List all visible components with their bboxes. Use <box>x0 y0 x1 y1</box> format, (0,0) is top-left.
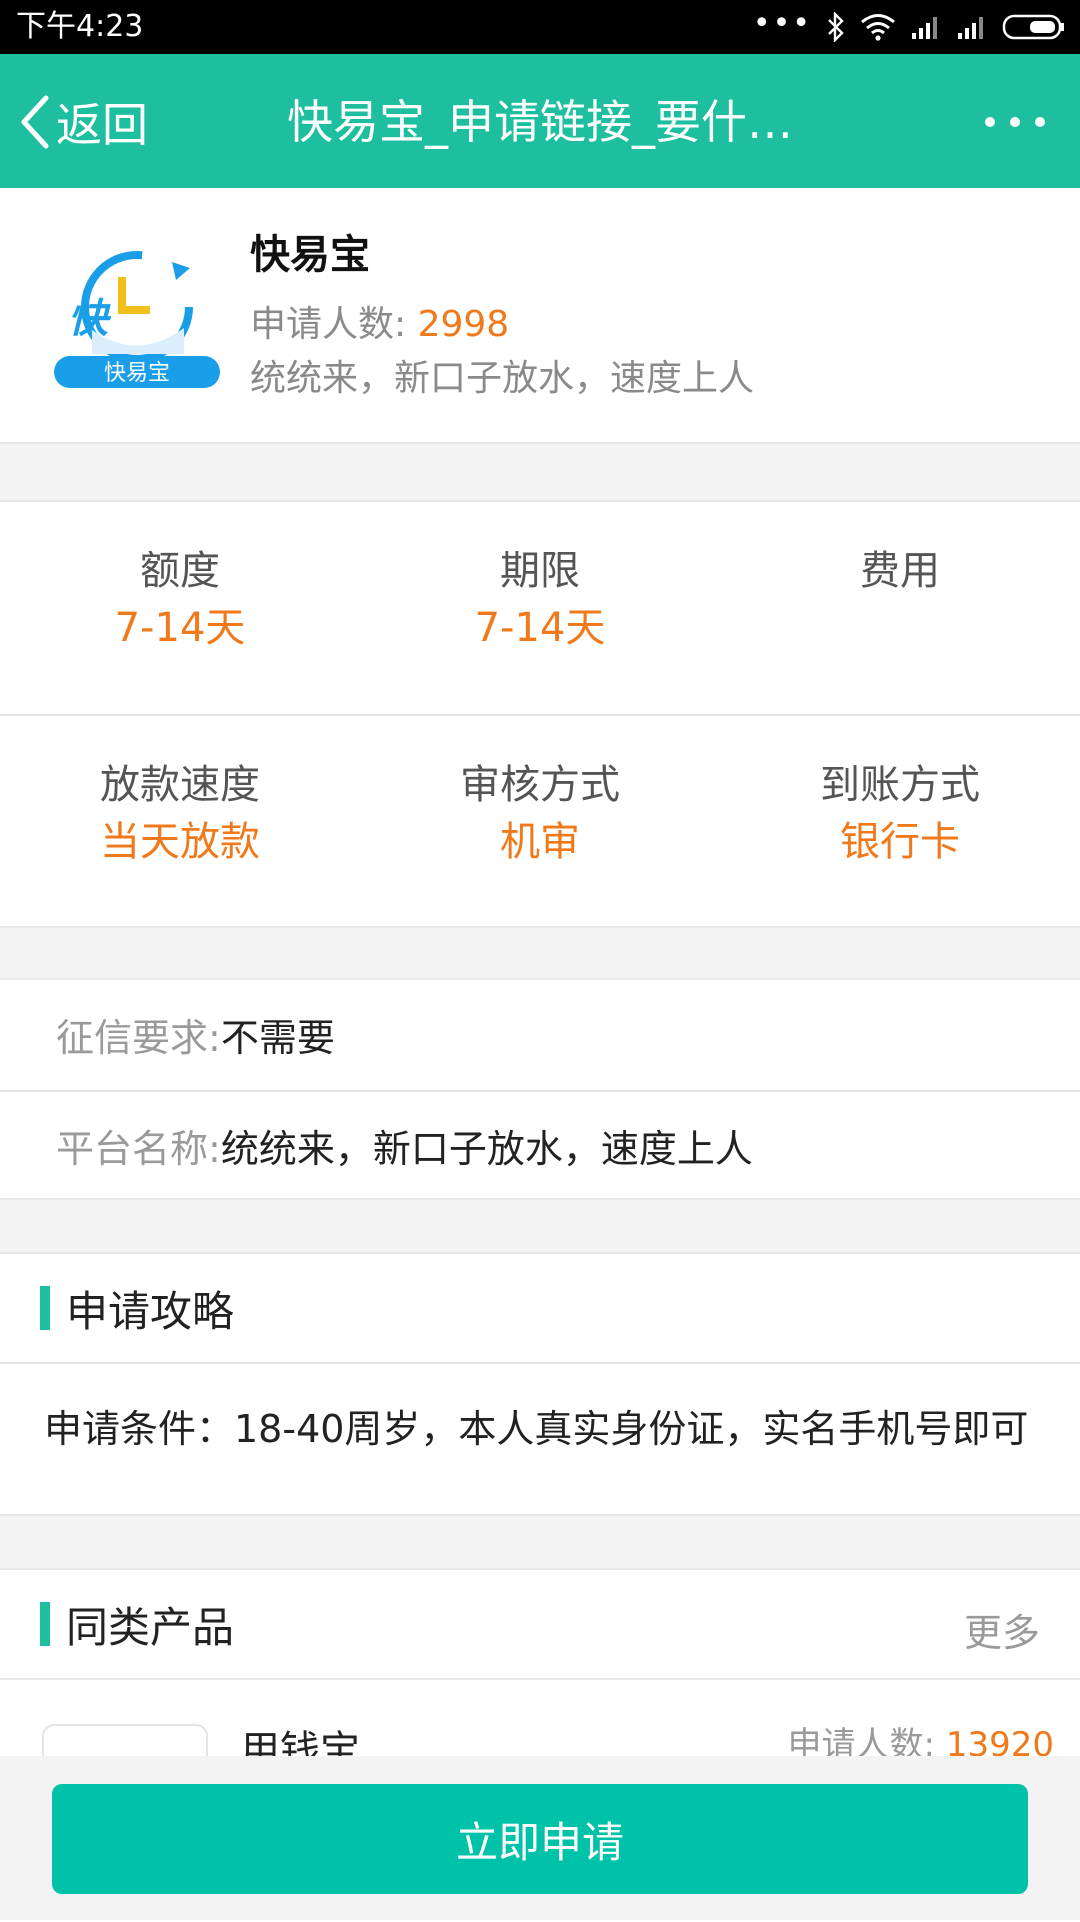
battery-icon <box>1002 14 1064 40</box>
grid-row: 放款速度 当天放款 审核方式 机审 到账方式 银行卡 <box>0 714 1080 926</box>
section-accent-bar <box>40 1602 50 1646</box>
detail-row-platform: 平台名称: 统统来，新口子放水，速度上人 <box>0 1090 1080 1198</box>
detail-value: 统统来，新口子放水，速度上人 <box>220 1126 753 1171</box>
grid-row: 额度 7-14天 期限 7-14天 费用 <box>0 502 1080 712</box>
detail-list: 征信要求: 不需要 平台名称: 统统来，新口子放水，速度上人 <box>0 978 1080 1200</box>
grid-label: 到账方式 <box>820 762 980 808</box>
app-name: 快易宝 <box>250 232 370 278</box>
more-dot-icon <box>1035 117 1045 127</box>
detail-row-credit: 征信要求: 不需要 <box>0 980 1080 1088</box>
grid-value: 银行卡 <box>840 819 960 865</box>
apply-guide: 申请攻略 申请条件：18-40周岁，本人真实身份证，实名手机号即可 <box>0 1252 1080 1516</box>
grid-value: 当天放款 <box>100 819 260 865</box>
grid-label: 额度 <box>140 548 220 594</box>
more-dot-icon <box>1010 117 1020 127</box>
grid-cell-review: 审核方式 机审 <box>360 716 720 926</box>
detail-key: 征信要求: <box>56 1015 221 1060</box>
grid-cell-fee: 费用 <box>720 502 1080 712</box>
logo-text: 快易宝 <box>104 361 170 386</box>
grid-cell-term: 期限 7-14天 <box>360 502 720 712</box>
applicants-count: 2998 <box>417 304 510 345</box>
detail-key: 平台名称: <box>56 1126 221 1171</box>
app-slogan: 统统来，新口子放水，速度上人 <box>250 358 755 399</box>
signal-icon-2 <box>958 17 983 39</box>
notification-dots-icon: ••• <box>752 6 812 41</box>
status-time: 下午4:23 <box>16 9 144 44</box>
back-label: 返回 <box>56 98 148 152</box>
more-dot-icon <box>985 117 995 127</box>
grid-label: 审核方式 <box>460 762 620 808</box>
detail-value: 不需要 <box>220 1015 335 1060</box>
grid-cell-speed: 放款速度 当天放款 <box>0 716 360 926</box>
status-icons: ••• <box>752 6 1066 44</box>
section-header: 申请攻略 <box>0 1254 1080 1364</box>
guide-text: 申请条件：18-40周岁，本人真实身份证，实名手机号即可 <box>44 1407 1029 1451</box>
section-accent-bar <box>40 1286 50 1330</box>
signal-icon <box>912 17 937 39</box>
info-grid: 额度 7-14天 期限 7-14天 费用 放款速度 当天放款 审核方式 机审 到… <box>0 500 1080 928</box>
back-button[interactable]: 返回 <box>18 92 148 152</box>
chevron-left-icon <box>21 95 49 149</box>
apply-now-button[interactable]: 立即申请 <box>52 1784 1028 1894</box>
bottom-bar: 立即申请 <box>0 1756 1080 1920</box>
grid-label: 放款速度 <box>100 762 260 808</box>
grid-value: 机审 <box>500 819 580 865</box>
grid-label: 费用 <box>860 548 940 594</box>
logo-char: 快 <box>68 296 112 342</box>
app-logo: 快 快易宝 <box>54 251 220 388</box>
bluetooth-icon <box>828 12 844 42</box>
section-title: 申请攻略 <box>66 1286 235 1336</box>
more-link[interactable]: 更多 <box>964 1602 1040 1657</box>
status-bar: 下午4:23 ••• <box>0 0 1080 54</box>
applicants-row: 申请人数: 2998 <box>250 300 509 350</box>
grid-label: 期限 <box>500 548 580 594</box>
grid-value: 7-14天 <box>474 605 606 651</box>
product-header: 快 快易宝 快易宝 申请人数: 2998 统统来，新口子放水，速度上人 <box>0 188 1080 444</box>
grid-cell-payout: 到账方式 银行卡 <box>720 716 1080 926</box>
applicants-label: 申请人数: <box>250 304 407 345</box>
page-title: 快易宝_申请链接_要什… <box>287 95 793 149</box>
more-menu-button[interactable] <box>985 104 1045 140</box>
wifi-icon <box>861 14 895 41</box>
grid-cell-amount: 额度 7-14天 <box>0 502 360 712</box>
nav-bar: 返回 快易宝_申请链接_要什… <box>0 54 1080 188</box>
grid-value: 7-14天 <box>114 605 246 651</box>
section-header: 同类产品 <box>0 1570 1080 1680</box>
section-title: 同类产品 <box>66 1602 235 1652</box>
